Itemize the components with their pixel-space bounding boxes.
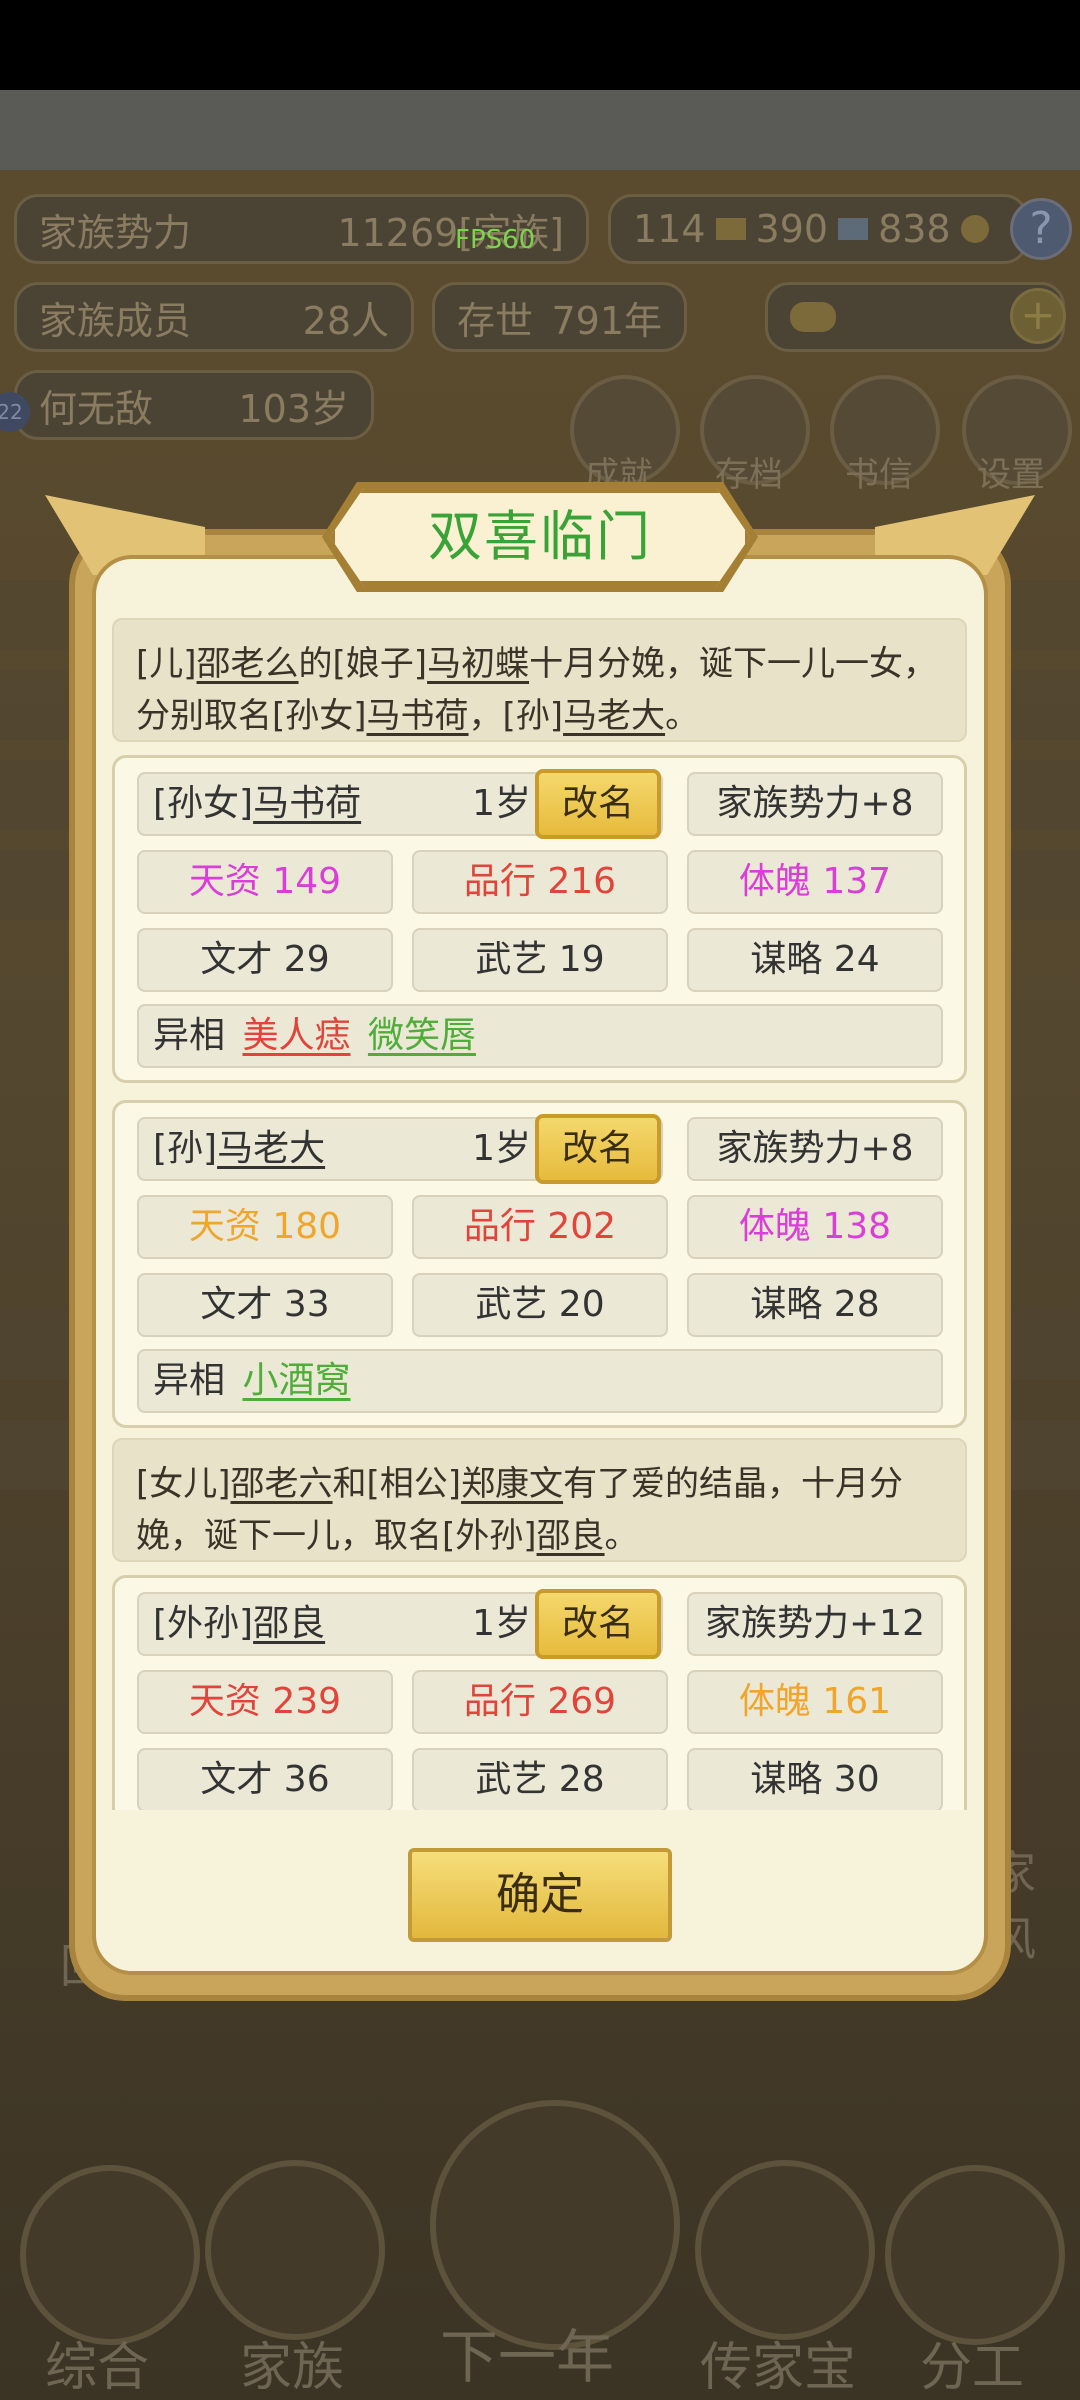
child-age: 1岁 bbox=[472, 783, 531, 824]
child-name: 邵良 bbox=[253, 1603, 326, 1644]
child-name: 马书荷 bbox=[253, 783, 362, 824]
confirm-button[interactable]: 确定 bbox=[408, 1848, 672, 1942]
announcement-text: 。 bbox=[665, 696, 700, 736]
patriarch-name: 何无敌 bbox=[39, 386, 154, 431]
strategy-stat: 谋略 24 bbox=[687, 928, 943, 992]
morality-stat: 品行 202 bbox=[412, 1195, 668, 1259]
announcement-text: 和[相公] bbox=[332, 1464, 462, 1504]
spouse-name-link[interactable]: 郑康文 bbox=[461, 1464, 563, 1504]
traits-row: 异相 美人痣 微笑唇 bbox=[137, 1004, 943, 1068]
help-button[interactable]: ? bbox=[1010, 198, 1072, 260]
traits-label: 异相 bbox=[153, 1015, 226, 1056]
patriarch-age: 103岁 bbox=[238, 386, 349, 431]
literacy-stat: 文才 29 bbox=[137, 928, 393, 992]
patriarch-pill: 何无敌 103岁 bbox=[14, 370, 374, 440]
existence-value: 791年 bbox=[551, 298, 662, 343]
child-age: 1岁 bbox=[472, 1603, 531, 1644]
strategy-stat: 谋略 28 bbox=[687, 1273, 943, 1337]
family-power-value: 11269 bbox=[337, 210, 459, 255]
fps-counter: FPS60 bbox=[455, 225, 536, 255]
child-name-link[interactable]: 马书荷 bbox=[367, 696, 469, 736]
silver-bar-icon bbox=[838, 218, 869, 240]
family-power-bonus: 家族势力+12 bbox=[687, 1592, 943, 1656]
existence-label: 存世 bbox=[457, 298, 534, 343]
child-relation: [孙女] bbox=[153, 783, 254, 824]
announcement-text: 。 bbox=[604, 1516, 639, 1556]
ingot-icon bbox=[790, 302, 836, 332]
physique-stat: 体魄 138 bbox=[687, 1195, 943, 1259]
bottom-nav-family-button[interactable] bbox=[205, 2160, 385, 2340]
bottom-nav-general-label: 综合 bbox=[45, 2338, 150, 2398]
child-card: [外孙]邵良 1岁 改名 家族势力+12 天资 239 品行 269 体魄 16… bbox=[112, 1575, 967, 1810]
talent-stat: 天资 180 bbox=[137, 1195, 393, 1259]
family-members-value: 28人 bbox=[302, 298, 389, 343]
top-bar bbox=[0, 90, 1080, 170]
bottom-nav-division-label: 分工 bbox=[920, 2338, 1025, 2398]
birth-announcement: [儿]邵老么的[娘子]马初蝶十月分娩，诞下一儿一女，分别取名[孙女]马书荷，[孙… bbox=[112, 618, 967, 742]
settings-label: 设置 bbox=[977, 455, 1045, 495]
announcement-text: ，[孙] bbox=[468, 696, 564, 736]
literacy-stat: 文才 36 bbox=[137, 1748, 393, 1810]
physique-stat: 体魄 137 bbox=[687, 850, 943, 914]
trait-link[interactable]: 美人痣 bbox=[242, 1015, 350, 1056]
bottom-nav-division-button[interactable] bbox=[885, 2165, 1065, 2345]
martial-stat: 武艺 19 bbox=[412, 928, 668, 992]
relation-tag: [女儿] bbox=[136, 1464, 231, 1504]
dialog-title: 双喜临门 bbox=[428, 505, 652, 568]
child-relation: [孙] bbox=[153, 1128, 218, 1169]
spouse-name-link[interactable]: 马初蝶 bbox=[427, 644, 529, 684]
family-members-pill: 家族成员 28人 bbox=[14, 282, 414, 352]
announcement-text: 的[娘子] bbox=[298, 644, 428, 684]
bottom-nav-heirloom-button[interactable] bbox=[695, 2160, 875, 2340]
morality-stat: 品行 269 bbox=[412, 1670, 668, 1734]
bottom-nav-family-label: 家族 bbox=[240, 2338, 345, 2398]
parent-name-link[interactable]: 邵老么 bbox=[197, 644, 299, 684]
bottom-nav-heirloom-label: 传家宝 bbox=[700, 2338, 857, 2398]
child-card: [孙]马老大 1岁 改名 家族势力+8 天资 180 品行 202 体魄 138… bbox=[112, 1100, 967, 1428]
traits-row: 异相 小酒窝 bbox=[137, 1349, 943, 1413]
status-bar bbox=[0, 0, 1080, 90]
bottom-nav-general-button[interactable] bbox=[20, 2165, 200, 2345]
trait-link[interactable]: 微笑唇 bbox=[368, 1015, 476, 1056]
birth-announcement: [女儿]邵老六和[相公]郑康文有了爱的结晶，十月分娩，诞下一儿，取名[外孙]邵良… bbox=[112, 1438, 967, 1562]
child-age: 1岁 bbox=[472, 1128, 531, 1169]
strategy-stat: 谋略 30 bbox=[687, 1748, 943, 1810]
morality-stat: 品行 216 bbox=[412, 850, 668, 914]
rename-button[interactable]: 改名 bbox=[535, 1114, 661, 1184]
family-power-bonus: 家族势力+8 bbox=[687, 772, 943, 836]
resource-3-value: 838 bbox=[878, 207, 951, 251]
bottom-nav-next-year-label: 下一年 bbox=[440, 2323, 615, 2391]
resource-2-value: 390 bbox=[755, 207, 829, 251]
child-name-link[interactable]: 马老大 bbox=[563, 696, 665, 736]
parent-name-link[interactable]: 邵老六 bbox=[231, 1464, 333, 1504]
talent-stat: 天资 149 bbox=[137, 850, 393, 914]
physique-stat: 体魄 161 bbox=[687, 1670, 943, 1734]
rename-button[interactable]: 改名 bbox=[535, 1589, 661, 1659]
resource-1-value: 114 bbox=[633, 207, 706, 251]
traits-label: 异相 bbox=[153, 1360, 226, 1401]
martial-stat: 武艺 20 bbox=[412, 1273, 668, 1337]
resources-pill: 114 390 838 bbox=[608, 194, 1028, 264]
family-members-label: 家族成员 bbox=[39, 298, 192, 343]
martial-stat: 武艺 28 bbox=[412, 1748, 668, 1810]
family-power-bonus: 家族势力+8 bbox=[687, 1117, 943, 1181]
letters-label: 书信 bbox=[845, 455, 913, 495]
rename-button[interactable]: 改名 bbox=[535, 769, 661, 839]
relation-tag: [儿] bbox=[136, 644, 197, 684]
child-relation: [外孙] bbox=[153, 1603, 254, 1644]
gold-bar-icon bbox=[715, 218, 746, 240]
add-gold-button[interactable]: + bbox=[1010, 288, 1066, 344]
child-name: 马老大 bbox=[217, 1128, 326, 1169]
trait-link[interactable]: 小酒窝 bbox=[242, 1360, 350, 1401]
dialog-scroll-area[interactable]: [儿]邵老么的[娘子]马初蝶十月分娩，诞下一儿一女，分别取名[孙女]马书荷，[孙… bbox=[112, 605, 967, 1810]
child-name-link[interactable]: 邵良 bbox=[537, 1516, 605, 1556]
child-card: [孙女]马书荷 1岁 改名 家族势力+8 天资 149 品行 216 体魄 13… bbox=[112, 755, 967, 1083]
help-icon: ? bbox=[1029, 203, 1053, 254]
talent-stat: 天资 239 bbox=[137, 1670, 393, 1734]
literacy-stat: 文才 33 bbox=[137, 1273, 393, 1337]
existence-pill: 存世 791年 bbox=[432, 282, 687, 352]
family-power-label: 家族势力 bbox=[39, 210, 192, 255]
coin-icon bbox=[960, 215, 989, 243]
